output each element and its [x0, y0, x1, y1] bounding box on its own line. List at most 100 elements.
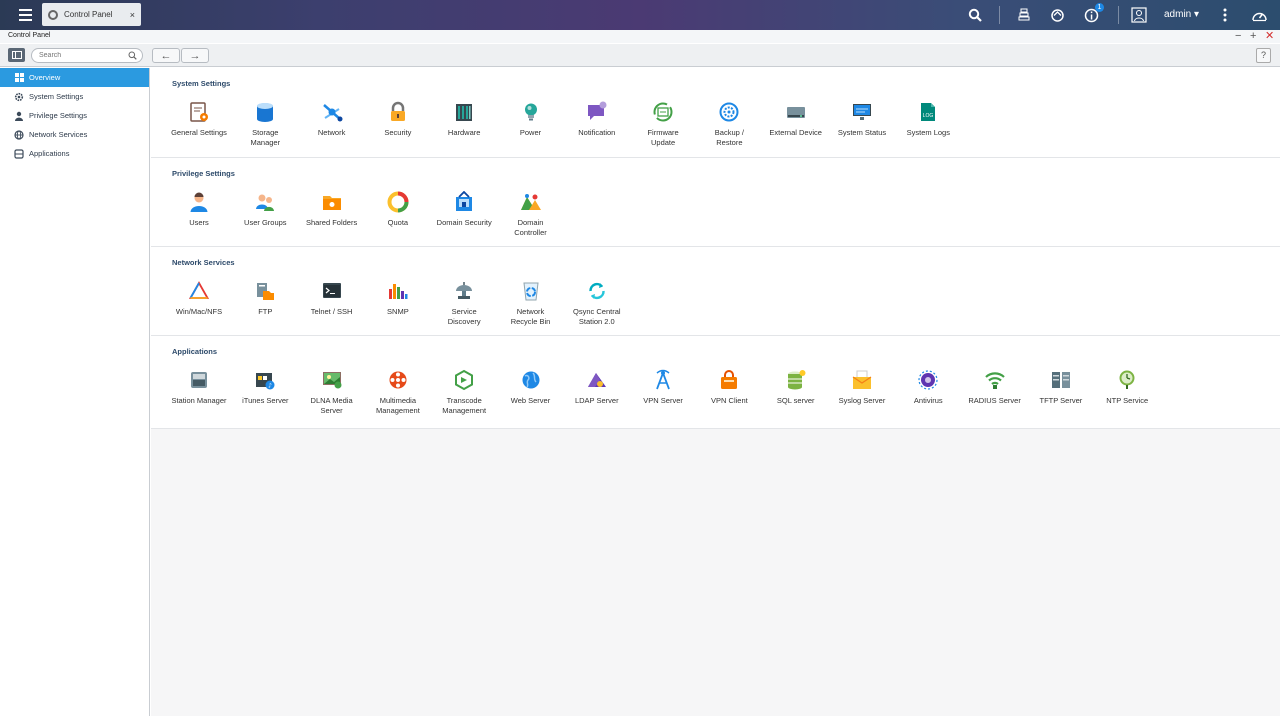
app-firmware[interactable]: Firmware Update [630, 101, 696, 147]
svg-text:LOG: LOG [923, 113, 934, 119]
more-icon[interactable] [1216, 6, 1234, 24]
dashboard-icon[interactable] [1250, 6, 1268, 24]
qsync-icon [564, 280, 630, 302]
search-icon[interactable] [128, 51, 137, 60]
app-envelope[interactable]: Syslog Server [829, 369, 895, 406]
grid-icon [14, 73, 24, 83]
app-server[interactable]: TFTP Server [1028, 369, 1094, 406]
forward-button[interactable]: → [181, 48, 209, 63]
close-button[interactable]: ✕ [1265, 30, 1274, 43]
app-vpn-server[interactable]: VPN Server [630, 369, 696, 406]
sidebar-item-network-services[interactable]: Network Services [0, 125, 149, 144]
section-title: System Settings [172, 79, 231, 88]
search-input[interactable] [39, 49, 129, 62]
sidebar-item-applications[interactable]: Applications [0, 144, 149, 163]
svg-text:♪: ♪ [268, 383, 272, 390]
storage-icon [232, 101, 298, 123]
app-external-device[interactable]: External Device [763, 101, 829, 138]
app-bars[interactable]: SNMP [365, 280, 431, 317]
web-icon [498, 369, 564, 391]
dlna-icon [299, 369, 365, 391]
app-clock[interactable]: NTP Service [1094, 369, 1160, 406]
app-transcode[interactable]: Transcode Management [431, 369, 497, 415]
firmware-icon [630, 101, 696, 123]
main-menu-button[interactable] [12, 4, 38, 26]
app-user-groups[interactable]: User Groups [232, 191, 298, 228]
app-domain-security[interactable]: Domain Security [431, 191, 497, 228]
user-menu[interactable]: admin ▾ [1164, 9, 1199, 20]
app-storage[interactable]: Storage Manager [232, 101, 298, 147]
app-terminal[interactable]: Telnet / SSH [299, 280, 365, 317]
user-icon[interactable] [1130, 6, 1148, 24]
sidebar-item-system-settings[interactable]: System Settings [0, 87, 149, 106]
view-toggle-button[interactable] [8, 48, 25, 62]
clock-icon [1094, 369, 1160, 391]
app-hardware[interactable]: Hardware [431, 101, 497, 138]
envelope-icon [829, 369, 895, 391]
app-antivirus[interactable]: Antivirus [895, 369, 961, 406]
user-groups-icon [232, 191, 298, 213]
sidebar-item-label: Network Services [29, 130, 88, 139]
stack-icon[interactable] [1015, 6, 1033, 24]
app-label: Service Discovery [447, 307, 481, 326]
dish-icon [431, 280, 497, 302]
app-user[interactable]: Users [166, 191, 232, 228]
app-label: Hardware [447, 128, 481, 137]
app-label: DLNA Media Server [310, 396, 353, 415]
app-backup[interactable]: Backup / Restore [696, 101, 762, 147]
app-dlna[interactable]: DLNA Media Server [299, 369, 365, 415]
app-general-settings[interactable]: General Settings [166, 101, 232, 138]
app-ftp[interactable]: FTP [232, 280, 298, 317]
back-button[interactable]: ← [152, 48, 180, 63]
app-label: iTunes Server [242, 396, 289, 405]
app-database[interactable]: SQL server [763, 369, 829, 406]
app-triangle[interactable]: Win/Mac/NFS [166, 280, 232, 317]
app-log[interactable]: LOG System Logs [895, 101, 961, 138]
taskbar-separator [999, 6, 1000, 24]
section-system-settings: System Settings General Settings Storage … [151, 68, 1280, 158]
section-title: Privilege Settings [172, 169, 235, 178]
station-icon [166, 369, 232, 391]
sync-icon[interactable] [1048, 6, 1066, 24]
sidebar-item-overview[interactable]: Overview [0, 68, 149, 87]
control-panel-tab[interactable]: Control Panel × [42, 3, 141, 26]
maximize-button[interactable]: + [1250, 30, 1256, 43]
app-label: RADIUS Server [968, 396, 1021, 405]
app-lock[interactable]: Security [365, 101, 431, 138]
section-applications: Applications Station Manager ♪ iTunes Serv… [151, 336, 1280, 429]
help-button[interactable]: ? [1256, 48, 1271, 63]
recycle-icon [498, 280, 564, 302]
notification-badge: 1 [1095, 3, 1104, 12]
minimize-button[interactable]: − [1235, 30, 1241, 43]
app-film[interactable]: Multimedia Management [365, 369, 431, 415]
app-web[interactable]: Web Server [498, 369, 564, 406]
app-pie[interactable]: Quota [365, 191, 431, 228]
info-icon[interactable]: 1 [1082, 3, 1104, 24]
app-notification[interactable]: Notification [564, 101, 630, 138]
app-label: Firmware Update [647, 128, 679, 147]
app-label: General Settings [171, 128, 227, 137]
app-label: LDAP Server [574, 396, 619, 405]
app-network[interactable]: Network [299, 101, 365, 138]
section-network-services: Network Services Win/Mac/NFS FTP Telnet / … [151, 247, 1280, 336]
app-ldap[interactable]: LDAP Server [564, 369, 630, 406]
app-station[interactable]: Station Manager [166, 369, 232, 406]
app-domain-controller[interactable]: Domain Controller [498, 191, 564, 237]
search-icon[interactable] [966, 6, 984, 24]
app-qsync[interactable]: Qsync Central Station 2.0 [564, 280, 630, 326]
tab-close-button[interactable]: × [130, 10, 135, 20]
taskbar-separator [1118, 6, 1119, 24]
gear-icon [14, 92, 24, 102]
sidebar-item-privilege-settings[interactable]: Privilege Settings [0, 106, 149, 125]
app-vpn-client[interactable]: VPN Client [696, 369, 762, 406]
app-folder[interactable]: Shared Folders [299, 191, 365, 228]
app-bulb[interactable]: Power [498, 101, 564, 138]
vpn-server-icon [630, 369, 696, 391]
bulb-icon [498, 101, 564, 123]
app-wifi[interactable]: RADIUS Server [962, 369, 1028, 406]
triangle-icon [166, 280, 232, 302]
app-monitor[interactable]: System Status [829, 101, 895, 138]
app-itunes[interactable]: ♪ iTunes Server [232, 369, 298, 406]
app-recycle[interactable]: Network Recycle Bin [498, 280, 564, 326]
app-dish[interactable]: Service Discovery [431, 280, 497, 326]
